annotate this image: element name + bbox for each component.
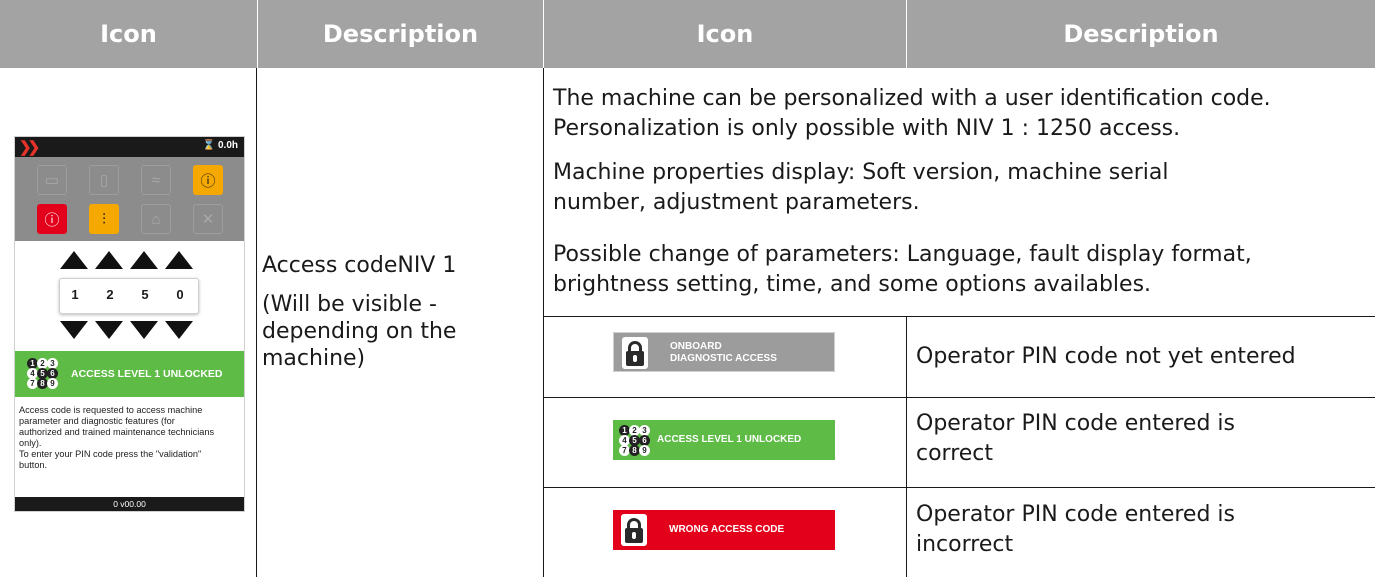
header-description-left: Description	[257, 0, 543, 68]
row-description: correct	[916, 441, 994, 466]
header-icon-left: Icon	[0, 0, 257, 68]
info-line: number, adjustment parameters.	[553, 190, 920, 215]
filter-icon: ⌂	[141, 204, 171, 234]
warning-icon: ⓘ	[193, 165, 223, 195]
onboard-diagnostic-badge: ONBOARD DIAGNOSTIC ACCESS	[613, 332, 835, 372]
pin-digit: 5	[141, 287, 149, 302]
header-icon-right: Icon	[543, 0, 906, 68]
divider	[543, 397, 1375, 398]
digit-down-arrow[interactable]	[95, 321, 123, 339]
info-line: Possible change of parameters: Language,…	[553, 242, 1252, 267]
lock-icon	[621, 514, 647, 546]
lock-icon	[622, 337, 648, 369]
fuel-icon: ▯	[89, 165, 119, 195]
pin-digit: 0	[176, 287, 184, 302]
hour-counter: 0.0h	[217, 140, 238, 151]
access-code-description: Access codeNIV 1 (Will be visible - depe…	[262, 252, 537, 372]
digit-up-arrow[interactable]	[60, 251, 88, 269]
divider	[543, 316, 1375, 317]
header-description-right: Description	[906, 0, 1375, 68]
description-note: (Will be visible -	[262, 292, 437, 317]
machine-display-screenshot: ❯❯ ⌛ 0.0h ▭ ▯ ≈ ⓘ ⓘ ⫶ ⌂ ✕ 1 2 5 0 1 2 3 …	[15, 137, 244, 511]
banner-label: ACCESS LEVEL 1 UNLOCKED	[71, 368, 223, 380]
pin-entry-area: 1 2 5 0	[15, 241, 244, 351]
keypad-icon: 1 2 3 4 5 6 7 8 9	[619, 425, 650, 456]
info-line: The machine can be personalized with a u…	[553, 86, 1271, 111]
hydraulic-icon: ⫶	[89, 204, 119, 234]
row-description: Operator PIN code not yet entered	[916, 344, 1296, 369]
hourglass-icon: ⌛	[202, 140, 216, 151]
digit-down-arrow[interactable]	[60, 321, 88, 339]
digit-up-arrow[interactable]	[130, 251, 158, 269]
brand-logo: ❯❯	[19, 139, 40, 156]
stop-warning-icon: ⓘ	[37, 204, 67, 234]
digit-up-arrow[interactable]	[95, 251, 123, 269]
description-note: depending on the	[262, 319, 457, 344]
row-description: Operator PIN code entered is	[916, 411, 1235, 436]
info-line: Personalization is only possible with NI…	[553, 116, 1181, 141]
divider	[543, 68, 544, 577]
oil-can-icon: ≈	[141, 165, 171, 195]
info-line: brightness setting, time, and some optio…	[553, 272, 1152, 297]
indicator-panel: ▭ ▯ ≈ ⓘ ⓘ ⫶ ⌂ ✕	[15, 157, 244, 241]
row-description: Operator PIN code entered is	[916, 502, 1235, 527]
description-title: Access codeNIV 1	[262, 253, 457, 278]
battery-icon: ▭	[37, 165, 67, 195]
digit-down-arrow[interactable]	[165, 321, 193, 339]
pin-digits: 1 2 5 0	[59, 278, 199, 314]
display-top-bar: ❯❯ ⌛ 0.0h	[15, 137, 244, 157]
divider	[543, 487, 1375, 488]
wrong-access-code-badge: WRONG ACCESS CODE	[613, 510, 835, 550]
description-note: machine)	[262, 346, 366, 371]
keypad-icon: 1 2 3 4 5 6 7 8 9	[27, 358, 58, 389]
divider	[906, 316, 907, 577]
pin-digit: 1	[71, 287, 79, 302]
fan-icon: ✕	[193, 204, 223, 234]
display-footer: 0 v00.00	[15, 497, 244, 511]
info-line: Machine properties display: Soft version…	[553, 160, 1169, 185]
display-help-text: Access code is requested to access machi…	[19, 405, 215, 470]
row-description: incorrect	[916, 532, 1014, 557]
access-unlocked-badge: 1 2 3 4 5 6 7 8 9 ACCESS LEVEL 1 UNLOCKE…	[613, 420, 835, 460]
digit-up-arrow[interactable]	[165, 251, 193, 269]
access-unlocked-banner: 1 2 3 4 5 6 7 8 9 ACCESS LEVEL 1 UNLOCKE…	[15, 351, 244, 397]
pin-digit: 2	[106, 287, 114, 302]
digit-down-arrow[interactable]	[130, 321, 158, 339]
divider	[256, 68, 257, 577]
